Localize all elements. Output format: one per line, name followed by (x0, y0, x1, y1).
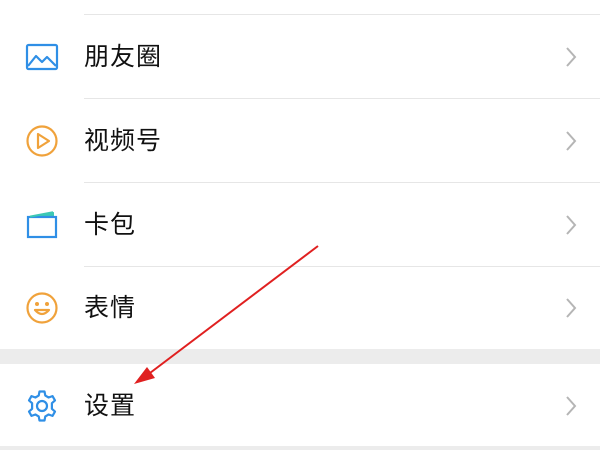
smiley-face-icon (24, 290, 60, 326)
video-channel-play-icon (24, 123, 60, 159)
chevron-right-icon (564, 129, 578, 153)
chevron-right-icon (564, 213, 578, 237)
menu-item-label: 设置 (84, 391, 137, 420)
menu-item-label: 视频号 (84, 126, 163, 155)
menu-item-label: 朋友圈 (84, 42, 163, 71)
chevron-right-icon (564, 296, 578, 320)
menu-item-label: 表情 (84, 293, 137, 322)
wechat-me-menu: 朋友圈 视频号 卡包 表情 设置 (0, 0, 600, 450)
menu-item-moments[interactable]: 朋友圈 (0, 15, 600, 98)
menu-item-settings[interactable]: 设置 (0, 364, 600, 446)
photo-landscape-icon (24, 39, 60, 75)
gear-icon (24, 388, 60, 424)
chevron-right-icon (564, 45, 578, 69)
menu-item-stickers[interactable]: 表情 (0, 267, 600, 349)
section-gap (0, 446, 600, 450)
menu-item-label: 卡包 (84, 210, 137, 239)
section-gap (0, 349, 600, 364)
menu-item-channels[interactable]: 视频号 (0, 99, 600, 182)
menu-item-cards[interactable]: 卡包 (0, 183, 600, 266)
card-wallet-icon (24, 207, 60, 243)
chevron-right-icon (564, 394, 578, 418)
